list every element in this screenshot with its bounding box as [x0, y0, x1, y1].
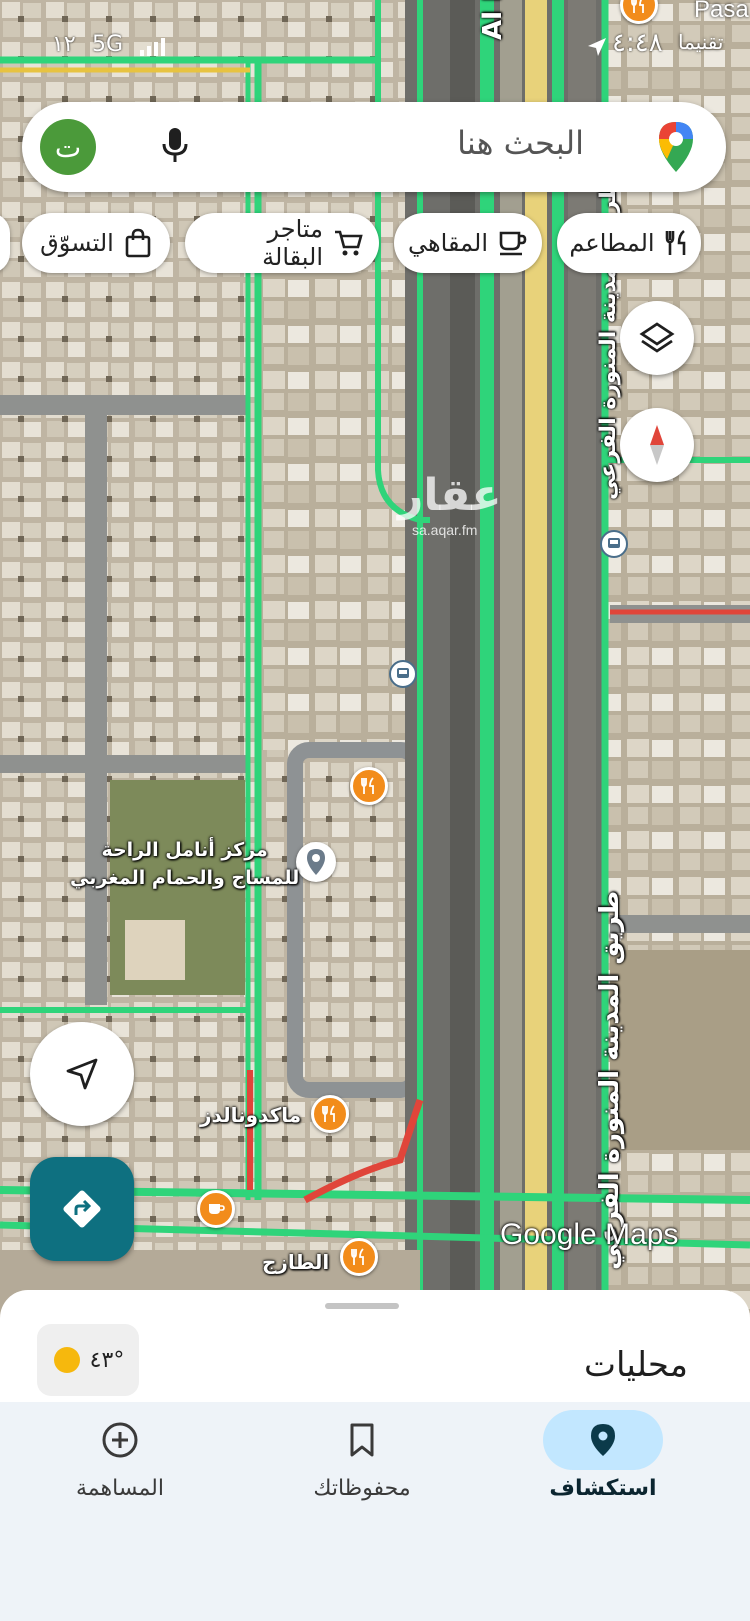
my-location-button[interactable] [30, 1022, 134, 1126]
chip-shopping[interactable]: التسوّق [22, 213, 170, 273]
clock: ٤:٤٨ [612, 28, 663, 58]
microphone-icon[interactable] [160, 126, 190, 168]
account-avatar[interactable]: ت [40, 119, 96, 175]
restaurant-pin-icon[interactable] [350, 767, 388, 805]
coffee-icon [499, 231, 527, 256]
layers-button[interactable] [620, 301, 694, 375]
nav-contribute[interactable]: المساهمة [0, 1402, 245, 1621]
poi-label-mcdonalds[interactable]: ماكدونالدز [200, 1103, 301, 1127]
poi-label-altazaj[interactable]: الطازج [262, 1250, 329, 1274]
chip-label: المقاهي [408, 229, 488, 257]
road-label-east-bottom: طريق المدينة المنورة الفرعي [595, 890, 625, 1270]
bookmark-icon [350, 1423, 374, 1457]
nav-label: محفوظاتك [313, 1476, 411, 1501]
status-bar: ١٢ 5G ٤:٤٨ [0, 0, 750, 90]
cart-icon [335, 230, 363, 256]
sheet-title: محليات [583, 1345, 688, 1385]
search-input[interactable]: البحث هنا [457, 124, 584, 162]
chip-label: متاجر البقالة [262, 215, 323, 271]
bus-stop-icon[interactable] [600, 530, 628, 558]
network-label: 5G [92, 32, 124, 57]
watermark: عقار [398, 470, 502, 521]
temperature: ٤٣° [89, 1347, 125, 1373]
google-maps-logo-icon [659, 122, 693, 172]
nav-explore[interactable]: استكشاف [478, 1402, 728, 1621]
map-view[interactable]: Al Madi طريق المدينة المنورة الفرعي طريق… [0, 0, 750, 1340]
chip-label: المطاعم [569, 229, 655, 257]
layers-icon [639, 322, 675, 353]
weather-badge[interactable]: ٤٣° [37, 1324, 139, 1396]
search-bar[interactable]: ت البحث هنا [22, 102, 726, 192]
bus-stop-icon[interactable] [389, 660, 417, 688]
nav-label: المساهمة [76, 1476, 164, 1501]
place-label[interactable]: مركز أنامل الراحة للمساج والحمام المغربي [70, 836, 299, 892]
nav-label: استكشاف [549, 1476, 657, 1501]
place-pin-icon[interactable] [296, 842, 336, 882]
compass-icon [650, 425, 664, 465]
chip-cafes[interactable]: المقاهي [394, 213, 542, 273]
sun-icon [53, 1347, 80, 1373]
nav-saved[interactable]: محفوظاتك [237, 1402, 487, 1621]
compass-button[interactable] [620, 408, 694, 482]
google-maps-attribution: Google Maps [500, 1218, 679, 1251]
signal-bars-icon [140, 38, 165, 56]
directions-button[interactable] [30, 1157, 134, 1261]
chip-restaurants[interactable]: المطاعم [557, 213, 701, 273]
restaurant-pin-icon[interactable] [340, 1238, 378, 1276]
location-arrow-icon [588, 38, 606, 56]
restaurant-icon [665, 229, 685, 255]
restaurant-pin-icon[interactable] [311, 1095, 349, 1133]
nav-active-indicator [543, 1410, 663, 1470]
add-circle-icon [102, 1422, 138, 1458]
navigation-arrow-icon [66, 1058, 98, 1090]
cafe-pin-icon[interactable] [197, 1190, 235, 1228]
chip-grocery[interactable]: متاجر البقالة [185, 213, 379, 273]
signal-text: ١٢ [52, 32, 76, 57]
watermark-url: sa.aqar.fm [412, 522, 478, 538]
shopping-bag-icon [125, 228, 151, 258]
chip-label: التسوّق [40, 229, 114, 257]
location-pin-icon [591, 1424, 615, 1456]
bottom-navigation: استكشاف محفوظاتك المساهمة [0, 1402, 750, 1621]
sheet-drag-handle[interactable] [325, 1303, 399, 1309]
satellite-map [0, 0, 750, 1340]
directions-icon [63, 1190, 101, 1228]
